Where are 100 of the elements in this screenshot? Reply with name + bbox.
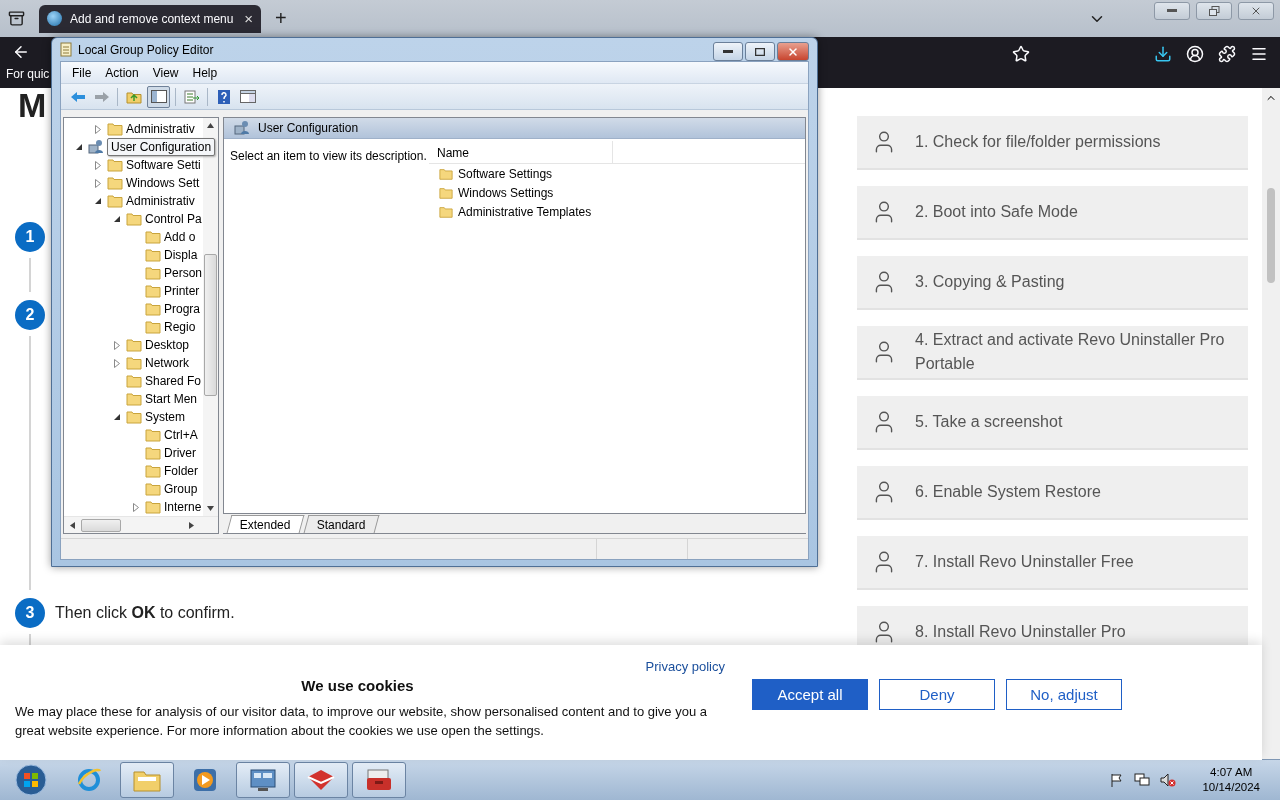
menu-item[interactable]: File — [65, 65, 99, 80]
toolbox-icon[interactable] — [352, 762, 406, 798]
scroll-up-icon[interactable] — [207, 123, 214, 128]
sidebar-item[interactable]: 5. Take a screenshot — [857, 396, 1248, 450]
tree-item[interactable]: Administrativ — [126, 194, 195, 208]
horizontal-scrollbar[interactable] — [64, 516, 218, 533]
menu-item[interactable]: Help — [185, 65, 225, 80]
restore-button[interactable] — [1196, 2, 1232, 20]
tab-list-icon[interactable] — [8, 10, 25, 27]
folder-icon — [126, 410, 142, 424]
user-computer-icon — [88, 139, 104, 155]
collapsed-arrow-icon[interactable] — [114, 358, 120, 368]
menu-item[interactable]: View — [145, 65, 186, 80]
cookie-button[interactable]: Deny — [879, 679, 995, 710]
account-icon[interactable] — [1186, 45, 1204, 63]
tree-item[interactable]: Folder — [164, 464, 198, 478]
tree-item[interactable]: Regio — [164, 320, 196, 334]
collapsed-arrow-icon[interactable] — [95, 178, 101, 188]
privacy-policy-link[interactable]: Privacy policy — [645, 659, 725, 674]
list-item[interactable]: Software Settings — [458, 166, 553, 181]
scroll-thumb[interactable] — [204, 254, 217, 396]
menu-icon[interactable] — [1250, 45, 1268, 63]
expanded-arrow-icon[interactable] — [95, 198, 101, 204]
tree-item[interactable]: Start Men — [145, 392, 198, 406]
folder-icon — [145, 500, 161, 514]
minimize-button[interactable] — [1154, 2, 1190, 20]
folder-app-icon[interactable] — [120, 762, 174, 798]
tab-close-button[interactable]: × — [244, 10, 253, 27]
tree-item[interactable]: Network — [145, 356, 189, 370]
tree-toggle-icon[interactable] — [147, 85, 170, 108]
expanded-arrow-icon[interactable] — [76, 144, 82, 150]
step-number: 3 — [15, 598, 45, 628]
folder-icon — [107, 122, 123, 136]
sidebar-item[interactable]: 7. Install Revo Uninstaller Free — [857, 536, 1248, 590]
sidebar-item[interactable]: 1. Check for file/folder permissions — [857, 116, 1248, 170]
tree-item[interactable]: Printer — [164, 284, 200, 298]
network-icon[interactable] — [1134, 773, 1151, 787]
tree-item[interactable]: Interne — [164, 500, 202, 514]
tree-item[interactable]: Ctrl+A — [164, 428, 198, 442]
control-panel-icon[interactable] — [236, 762, 290, 798]
page-scrollbar[interactable] — [1262, 88, 1280, 759]
folder-icon — [439, 166, 453, 181]
new-tab-button[interactable]: + — [275, 7, 287, 30]
list-item[interactable]: Administrative Templates — [458, 204, 592, 219]
sidebar-item[interactable]: 6. Enable System Restore — [857, 466, 1248, 520]
scroll-down-icon[interactable] — [207, 506, 214, 511]
close-icon — [787, 45, 799, 58]
list-item[interactable]: Windows Settings — [458, 185, 554, 200]
toolbar-text: For quic — [6, 67, 51, 81]
back-icon[interactable] — [12, 43, 30, 61]
restore-icon — [1208, 6, 1220, 16]
tree-item[interactable]: Windows Sett — [126, 176, 200, 190]
star-icon[interactable] — [1012, 45, 1030, 63]
browser-tab[interactable]: Add and remove context menu × — [39, 4, 261, 33]
cookie-button[interactable]: Accept all — [752, 679, 868, 710]
tab-title: Add and remove context menu — [70, 11, 235, 26]
scroll-right-icon[interactable] — [189, 521, 194, 529]
scroll-left-icon[interactable] — [70, 521, 75, 529]
folder-icon — [145, 230, 161, 244]
menu-item[interactable]: Action — [98, 65, 146, 80]
close-icon — [1250, 5, 1262, 17]
collapsed-arrow-icon[interactable] — [95, 124, 101, 134]
document-icon — [60, 42, 72, 57]
maximize-button[interactable] — [745, 42, 775, 61]
collapsed-arrow-icon[interactable] — [114, 340, 120, 350]
sidebar-item[interactable]: 3. Copying & Pasting — [857, 256, 1248, 310]
download-icon[interactable] — [1154, 45, 1172, 63]
diamond-app-icon[interactable] — [294, 762, 348, 798]
minimize-button[interactable] — [713, 42, 743, 61]
view-tab[interactable]: Standard — [303, 515, 379, 533]
collapsed-arrow-icon[interactable] — [133, 502, 139, 512]
cookie-button[interactable]: No, adjust — [1006, 679, 1122, 710]
tree-item[interactable]: Add o — [164, 230, 196, 244]
extensions-icon[interactable] — [1218, 45, 1236, 63]
tree-item[interactable]: Shared Fo — [145, 374, 202, 388]
tree-item[interactable]: Administrativ — [126, 122, 195, 136]
minimize-icon — [723, 49, 733, 54]
tree-item[interactable]: Control Pa — [145, 212, 202, 226]
flag-icon[interactable] — [1110, 773, 1125, 787]
tree-item[interactable]: System — [145, 410, 185, 424]
folder-icon — [126, 338, 142, 352]
muted-speaker-icon[interactable] — [1160, 773, 1177, 787]
sidebar-item[interactable]: 2. Boot into Safe Mode — [857, 186, 1248, 240]
scroll-thumb[interactable] — [1267, 188, 1275, 283]
scroll-thumb[interactable] — [81, 518, 121, 532]
tree-item[interactable]: Desktop — [145, 338, 190, 352]
column-header[interactable]: Name — [429, 141, 613, 163]
description-text: Select an item to view its description. — [229, 148, 428, 165]
tree-item[interactable]: Driver — [164, 446, 196, 460]
expanded-arrow-icon[interactable] — [114, 414, 120, 420]
sidebar-item[interactable]: 4. Extract and activate Revo Uninstaller Pro Portable — [857, 326, 1248, 380]
expanded-arrow-icon[interactable] — [114, 216, 120, 222]
tree-item[interactable]: Group — [164, 482, 198, 496]
tree-item[interactable]: Displa — [164, 248, 198, 262]
tree-item[interactable]: Software Setti — [126, 158, 201, 172]
tree-item[interactable]: Person — [164, 266, 203, 280]
clock[interactable]: 4:07 AM 10/14/2024 — [1202, 765, 1260, 795]
collapsed-arrow-icon[interactable] — [95, 160, 101, 170]
tree-item[interactable]: Progra — [164, 302, 201, 316]
view-tab[interactable]: Extended — [226, 515, 305, 533]
